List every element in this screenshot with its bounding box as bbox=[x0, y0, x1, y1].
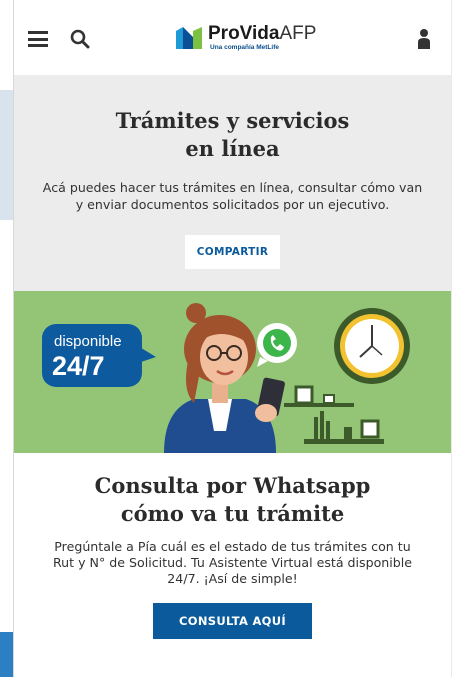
mobile-page: ProVidaAFP Una compañía MetLife Trámites… bbox=[13, 0, 451, 677]
logo-suffix: AFP bbox=[279, 23, 317, 44]
share-button[interactable]: COMPARTIR bbox=[184, 235, 281, 269]
services-title-line1: Trámites y servicios bbox=[115, 108, 350, 133]
logo-tagline: Una compañía MetLife bbox=[210, 44, 279, 51]
badge-label: disponible bbox=[54, 333, 122, 350]
user-account-icon[interactable] bbox=[417, 28, 431, 54]
clock-icon bbox=[334, 308, 410, 384]
services-description: Acá puedes hacer tus trámites en línea, … bbox=[42, 180, 423, 212]
background-panel bbox=[0, 90, 13, 220]
banner-illustration: disponible 24/7 bbox=[42, 303, 410, 453]
services-title-line2: en línea bbox=[185, 136, 280, 161]
background-panel-blue bbox=[0, 632, 13, 677]
shelf-decor bbox=[284, 385, 384, 444]
services-title: Trámites y servicios en línea bbox=[14, 107, 451, 163]
whatsapp-section: Consulta por Whatsapp cómo va tu trámite… bbox=[14, 453, 451, 639]
background-strip bbox=[0, 0, 13, 677]
whatsapp-description: Pregúntale a Pía cuál es el estado de tu… bbox=[52, 539, 413, 586]
hamburger-menu-icon[interactable] bbox=[28, 31, 48, 47]
whatsapp-title: Consulta por Whatsapp cómo va tu trámite bbox=[14, 472, 451, 528]
site-header: ProVidaAFP Una compañía MetLife bbox=[14, 0, 451, 75]
provida-logo-mark-icon bbox=[176, 26, 202, 49]
provida-logo[interactable]: ProVidaAFP Una compañía MetLife bbox=[176, 24, 316, 52]
consult-here-button[interactable]: CONSULTA AQUÍ bbox=[153, 603, 312, 639]
logo-name: ProVida bbox=[208, 23, 280, 44]
whatsapp-title-line2: cómo va tu trámite bbox=[120, 501, 345, 526]
whatsapp-banner: disponible 24/7 bbox=[14, 291, 451, 453]
badge-availability: 24/7 bbox=[52, 351, 105, 381]
whatsapp-title-line1: Consulta por Whatsapp bbox=[94, 473, 371, 498]
whatsapp-icon bbox=[257, 323, 297, 367]
services-section: Trámites y servicios en línea Acá puedes… bbox=[14, 75, 451, 291]
assistant-illustration bbox=[164, 303, 285, 453]
search-icon[interactable] bbox=[70, 29, 90, 53]
